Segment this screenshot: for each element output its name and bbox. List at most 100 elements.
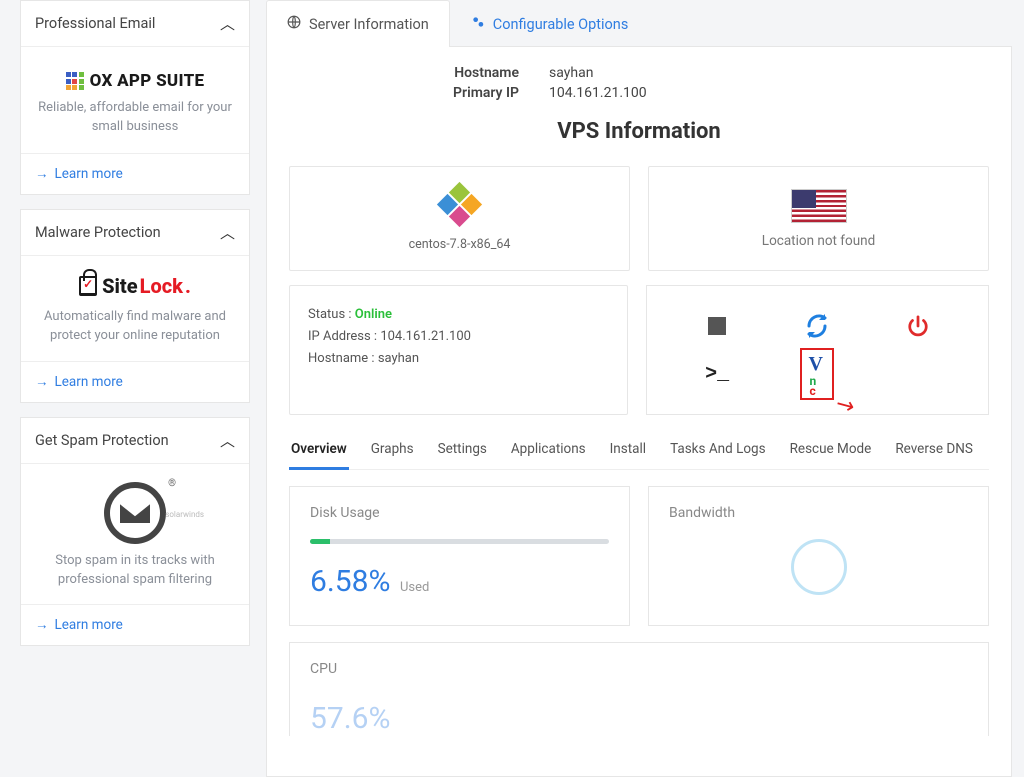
arrow-right-icon: → xyxy=(35,617,49,633)
action-placeholder xyxy=(901,357,935,391)
sidebar: Professional Email ︿ OX APP SUITE Reliab… xyxy=(0,0,258,777)
server-info-panel: Hostname sayhan Primary IP 104.161.21.10… xyxy=(266,46,1012,777)
widget-desc: Stop spam in its tracks with professiona… xyxy=(33,552,237,590)
widget-header-spam[interactable]: Get Spam Protection ︿ xyxy=(21,418,249,463)
chevron-up-icon: ︿ xyxy=(220,430,235,451)
cpu-percent-partial: 57.6% xyxy=(310,701,390,736)
bandwidth-ring-icon xyxy=(791,539,847,595)
learn-more-label: Learn more xyxy=(55,617,123,633)
status-label: Status : xyxy=(308,307,352,322)
disk-bar xyxy=(310,539,609,544)
cpu-card: CPU 57.6% xyxy=(289,642,989,736)
envelope-icon xyxy=(118,501,152,525)
disk-used-label: Used xyxy=(400,580,429,595)
tab-configurable-options[interactable]: Configurable Options xyxy=(450,0,650,47)
subtab-reverse-dns[interactable]: Reverse DNS xyxy=(893,433,975,469)
tab-server-information[interactable]: Server Information xyxy=(266,0,450,47)
os-name: centos-7.8-x86_64 xyxy=(308,237,611,252)
host-value: sayhan xyxy=(378,351,419,366)
subtab-tasks-logs[interactable]: Tasks And Logs xyxy=(668,433,768,469)
ox-logo-text: OX APP SUITE xyxy=(90,71,205,91)
sitelock-site: Site xyxy=(102,274,138,298)
sitelock-lock: Lock xyxy=(140,274,183,298)
widget-spam-protection: Get Spam Protection ︿ ® solarwinds Stop … xyxy=(20,417,250,646)
main-content: Server Information Configurable Options … xyxy=(258,0,1024,777)
vps-subtabs: Overview Graphs Settings Applications In… xyxy=(289,433,989,470)
status-card: Status : Online IP Address : 104.161.21.… xyxy=(289,285,628,415)
widget-title: Get Spam Protection xyxy=(35,432,169,449)
primary-ip-label: Primary IP xyxy=(399,85,549,101)
stop-icon xyxy=(708,317,726,335)
power-button[interactable] xyxy=(901,309,935,343)
host-label: Hostname : xyxy=(308,351,375,366)
location-card: Location not found xyxy=(648,166,989,271)
reload-icon xyxy=(805,314,829,338)
tab-label: Server Information xyxy=(309,16,429,33)
disk-percent: 6.58% xyxy=(310,564,390,599)
vps-heading: VPS Information xyxy=(289,119,989,144)
registered-mark-icon: ® xyxy=(168,478,176,489)
learn-more-link-malware[interactable]: → Learn more xyxy=(35,374,123,390)
ip-label: IP Address : xyxy=(308,329,377,344)
primary-ip-value: 104.161.21.100 xyxy=(549,85,647,101)
learn-more-label: Learn more xyxy=(55,166,123,182)
widget-body-malware: SiteLock. Automatically find malware and… xyxy=(21,255,249,362)
globe-icon xyxy=(287,15,301,33)
learn-more-label: Learn more xyxy=(55,374,123,390)
subtab-settings[interactable]: Settings xyxy=(436,433,489,469)
location-text: Location not found xyxy=(667,233,970,249)
widget-title: Malware Protection xyxy=(35,224,161,241)
grid-dots-icon xyxy=(66,72,84,90)
subtab-graphs[interactable]: Graphs xyxy=(369,433,416,469)
widget-desc: Reliable, affordable email for your smal… xyxy=(33,99,237,137)
padlock-icon xyxy=(79,276,97,296)
subtab-install[interactable]: Install xyxy=(608,433,648,469)
widget-header-email[interactable]: Professional Email ︿ xyxy=(21,1,249,46)
disk-label: Disk Usage xyxy=(310,505,609,521)
cpu-label: CPU xyxy=(310,661,968,677)
widget-professional-email: Professional Email ︿ OX APP SUITE Reliab… xyxy=(20,0,250,195)
callout-arrow-icon: ↘ xyxy=(831,390,859,421)
gears-icon xyxy=(471,15,485,33)
mail-circle-icon xyxy=(104,482,166,544)
subtab-applications[interactable]: Applications xyxy=(509,433,588,469)
restart-button[interactable] xyxy=(800,309,834,343)
vnc-button[interactable]: Vnc ↘ xyxy=(800,357,834,391)
widget-header-malware[interactable]: Malware Protection ︿ xyxy=(21,210,249,255)
widget-body-spam: ® solarwinds Stop spam in its tracks wit… xyxy=(21,463,249,604)
widget-desc: Automatically find malware and protect y… xyxy=(33,308,237,346)
centos-icon xyxy=(440,185,480,225)
widget-malware-protection: Malware Protection ︿ SiteLock. Automatic… xyxy=(20,209,250,404)
chevron-up-icon: ︿ xyxy=(220,13,235,34)
chevron-up-icon: ︿ xyxy=(220,222,235,243)
vps-actions: >_ Vnc ↘ xyxy=(646,285,989,415)
subtab-rescue-mode[interactable]: Rescue Mode xyxy=(788,433,874,469)
hostname-label: Hostname xyxy=(399,65,549,81)
os-card: centos-7.8-x86_64 xyxy=(289,166,630,271)
widget-title: Professional Email xyxy=(35,15,155,32)
disk-usage-card: Disk Usage 6.58% Used xyxy=(289,486,630,626)
learn-more-link-spam[interactable]: → Learn more xyxy=(35,617,123,633)
ox-app-suite-logo: OX APP SUITE xyxy=(66,71,205,91)
sitelock-logo: SiteLock. xyxy=(79,274,191,298)
stop-button[interactable] xyxy=(700,309,734,343)
bandwidth-label: Bandwidth xyxy=(669,505,968,521)
ip-value: 104.161.21.100 xyxy=(380,329,471,344)
tab-label: Configurable Options xyxy=(493,16,629,33)
console-button[interactable]: >_ xyxy=(700,357,734,391)
subtab-overview[interactable]: Overview xyxy=(289,433,349,469)
power-icon xyxy=(907,315,929,337)
terminal-icon: >_ xyxy=(705,363,729,386)
status-value: Online xyxy=(355,307,392,322)
learn-more-link-email[interactable]: → Learn more xyxy=(35,166,123,182)
top-tabs: Server Information Configurable Options xyxy=(266,0,1012,47)
us-flag-icon xyxy=(791,189,847,223)
bandwidth-card: Bandwidth xyxy=(648,486,989,626)
brand-watermark: solarwinds xyxy=(165,510,204,519)
arrow-right-icon: → xyxy=(35,166,49,182)
disk-bar-fill xyxy=(310,539,330,544)
widget-body-email: OX APP SUITE Reliable, affordable email … xyxy=(21,46,249,153)
hostname-value: sayhan xyxy=(549,65,593,81)
vnc-icon: Vnc ↘ xyxy=(800,348,834,400)
arrow-right-icon: → xyxy=(35,374,49,390)
